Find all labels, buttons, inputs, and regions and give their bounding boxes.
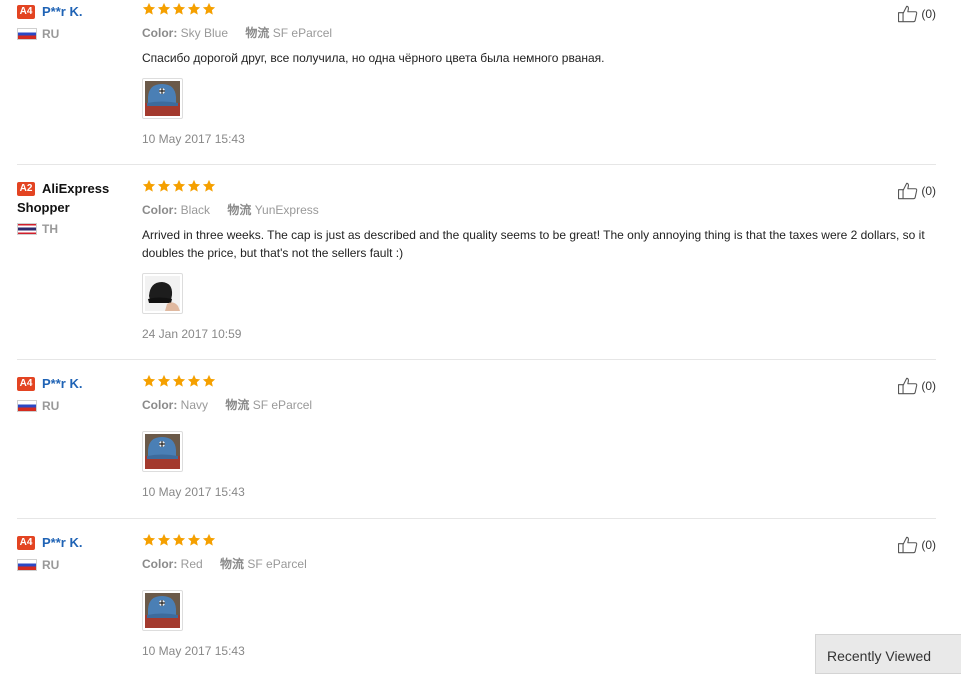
review-date: 10 May 2017 15:43 [142,132,245,146]
review-divider [17,359,936,360]
review-date: 10 May 2017 15:43 [142,485,245,499]
review-text: Arrived in three weeks. The cap is just … [142,228,925,260]
star-icon [157,2,171,15]
star-rating [142,179,936,195]
reviewer-country: RU [17,399,135,413]
level-badge: A4 [17,4,35,19]
reviewer-country: RU [17,27,135,41]
thumbs-up-icon [898,536,918,554]
russia-flag-icon [17,400,37,412]
reviewer-info: A4 P**r K. RU [17,533,135,572]
order-info: Color: Red 物流 SF eParcel [142,556,936,572]
country-code: RU [42,558,60,572]
helpful-count: (0) [921,184,936,198]
helpful-count: (0) [921,379,936,393]
helpful-button[interactable]: (0) [897,5,936,23]
star-icon [172,179,186,192]
helpful-count: (0) [921,538,936,552]
color-value: Red [180,557,203,571]
star-icon [142,2,156,15]
helpful-button[interactable]: (0) [897,182,936,200]
reviewer-info: A4 P**r K. RU [17,2,135,41]
logistics-label: 物流 [227,203,252,217]
helpful-button[interactable]: (0) [897,536,936,554]
country-code: RU [42,399,60,413]
star-icon [157,533,171,546]
level-badge: A2 [17,181,35,196]
star-rating [142,2,936,18]
star-icon [202,179,216,192]
star-icon [187,374,201,387]
star-icon [187,179,201,192]
color-label: Color: [142,203,178,217]
russia-flag-icon [17,28,37,40]
order-info: Color: Sky Blue 物流 SF eParcel [142,25,936,41]
star-icon [142,374,156,387]
helpful-button[interactable]: (0) [897,377,936,395]
star-icon [202,2,216,15]
star-icon [187,2,201,15]
russia-flag-icon [17,559,37,571]
logistics-label: 物流 [225,398,250,412]
logistics-value: SF eParcel [247,557,307,571]
thumbs-up-icon [898,182,918,200]
review-photo[interactable] [142,273,183,314]
logistics-value: SF eParcel [272,26,333,40]
star-icon [172,374,186,387]
order-info: Color: Navy 物流 SF eParcel [142,397,936,413]
star-rating [142,374,936,390]
thumbs-up-icon [898,377,918,395]
blue-cap-image [145,81,180,116]
logistics-value: YunExpress [254,203,319,217]
star-icon [187,533,201,546]
reviewer-name[interactable]: P**r K. [42,4,82,19]
logistics-label: 物流 [220,557,245,571]
review-photo[interactable] [142,78,183,119]
color-label: Color: [142,26,178,40]
recently-viewed-panel[interactable]: Recently Viewed [815,634,961,674]
color-label: Color: [142,398,178,412]
star-icon [202,374,216,387]
review-photo[interactable] [142,590,183,631]
reviewer-country: TH [17,222,135,236]
helpful-count: (0) [921,7,936,21]
star-icon [157,374,171,387]
star-icon [202,533,216,546]
thumbs-up-icon [898,5,918,23]
star-icon [142,179,156,192]
reviewer-name[interactable]: P**r K. [42,376,82,391]
recently-viewed-label: Recently Viewed [827,648,932,664]
review-text: Спасибо дорогой друг, все получила, но о… [142,51,605,65]
review-photo[interactable] [142,431,183,472]
star-icon [157,179,171,192]
blue-cap-image [145,593,180,628]
reviewer-info: A2 AliExpress Shopper TH [17,179,135,236]
level-badge: A4 [17,376,35,391]
review-date: 24 Jan 2017 10:59 [142,327,242,341]
review-divider [17,518,936,519]
review-divider [17,164,936,165]
order-info: Color: Black 物流 YunExpress [142,202,936,218]
reviewer-country: RU [17,558,135,572]
color-value: Sky Blue [180,26,229,40]
black-cap-image [145,276,180,311]
color-value: Navy [180,398,209,412]
reviewer-info: A4 P**r K. RU [17,374,135,413]
star-icon [172,533,186,546]
level-badge: A4 [17,535,35,550]
blue-cap-image [145,434,180,469]
color-value: Black [180,203,211,217]
star-rating [142,533,936,549]
logistics-label: 物流 [245,26,270,40]
country-code: RU [42,27,60,41]
country-code: TH [42,222,58,236]
logistics-value: SF eParcel [252,398,313,412]
star-icon [172,2,186,15]
star-icon [142,533,156,546]
reviewer-name[interactable]: P**r K. [42,535,82,550]
color-label: Color: [142,557,178,571]
thailand-flag-icon [17,223,37,235]
